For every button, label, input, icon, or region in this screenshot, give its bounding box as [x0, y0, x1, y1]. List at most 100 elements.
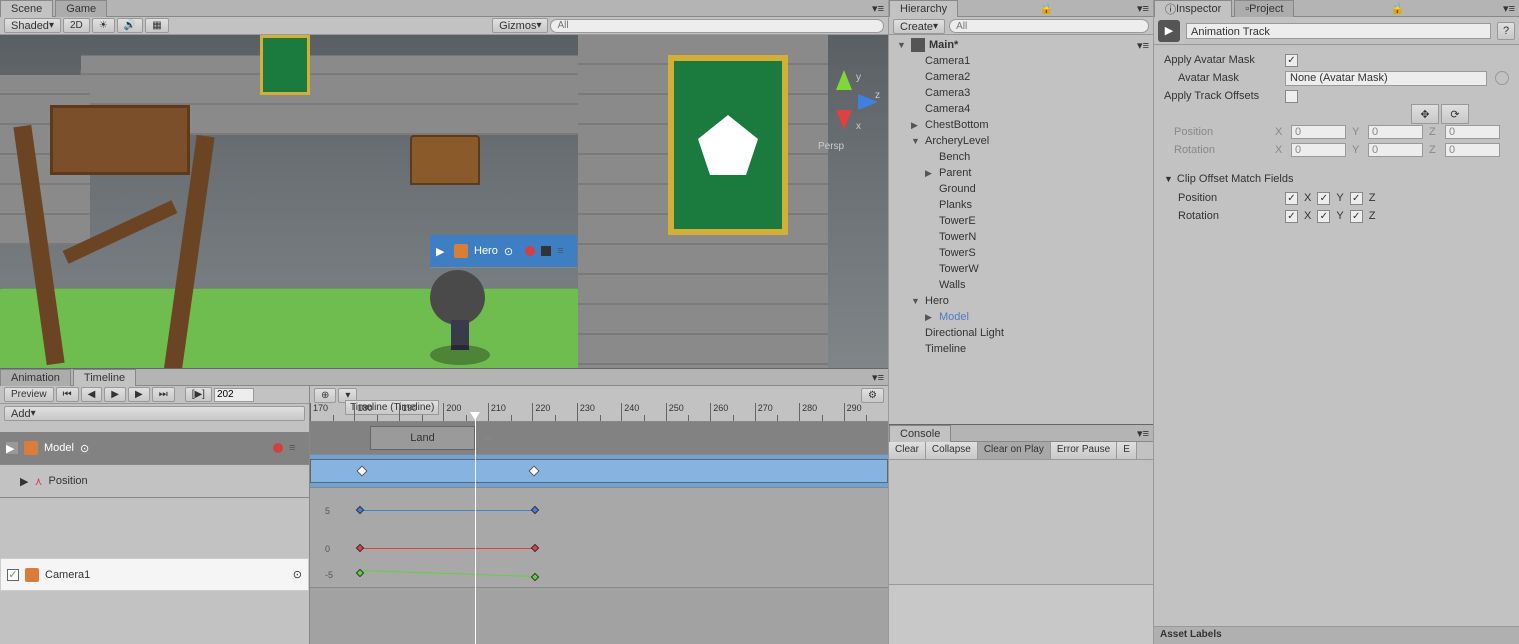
- orientation-gizmo[interactable]: y x z Persp: [808, 70, 878, 140]
- goto-start-icon[interactable]: ⏮: [56, 387, 79, 402]
- play-range-icon[interactable]: [▶]: [185, 387, 212, 402]
- hierarchy-item[interactable]: ▼Hero: [889, 293, 1153, 309]
- expand-icon[interactable]: ▼: [1164, 174, 1173, 184]
- help-icon[interactable]: ?: [1497, 22, 1515, 40]
- rotation-y-input[interactable]: [1368, 143, 1423, 157]
- lock-icon[interactable]: 🔒: [1387, 2, 1409, 15]
- hierarchy-item[interactable]: TowerS: [889, 245, 1153, 261]
- scene-search-input[interactable]: [550, 19, 884, 33]
- expand-icon[interactable]: ▶: [20, 475, 28, 488]
- hierarchy-item[interactable]: Camera3: [889, 85, 1153, 101]
- clip-hero[interactable]: [310, 459, 888, 483]
- track-toggle-icon[interactable]: ▶: [436, 245, 448, 257]
- hierarchy-item[interactable]: Camera1: [889, 53, 1153, 69]
- clear-button[interactable]: Clear: [889, 442, 926, 459]
- track-active-checkbox[interactable]: ✓: [7, 569, 19, 581]
- keyframe-icon[interactable]: [531, 544, 539, 552]
- tab-hierarchy[interactable]: Hierarchy: [889, 0, 958, 17]
- gizmo-x-icon[interactable]: [836, 110, 852, 130]
- hierarchy-item[interactable]: TowerE: [889, 213, 1153, 229]
- goto-end-icon[interactable]: ⏭: [152, 387, 175, 402]
- track-position[interactable]: ▶ ⋏ Position: [0, 465, 309, 498]
- play-icon[interactable]: ▶: [104, 387, 126, 402]
- hierarchy-item[interactable]: ▶ChestBottom: [889, 117, 1153, 133]
- mute-icon[interactable]: [541, 246, 551, 256]
- match-pos-x-checkbox[interactable]: [1285, 192, 1298, 205]
- lighting-toggle-icon[interactable]: ☀: [92, 18, 115, 33]
- lane-hero[interactable]: [310, 455, 888, 488]
- curve-y[interactable]: [360, 570, 535, 577]
- console-body[interactable]: [889, 460, 1153, 584]
- hierarchy-item[interactable]: Camera2: [889, 69, 1153, 85]
- collapse-button[interactable]: Collapse: [926, 442, 978, 459]
- hierarchy-item[interactable]: Walls: [889, 277, 1153, 293]
- tab-timeline[interactable]: Timeline: [73, 369, 136, 386]
- track-model[interactable]: ▶ Model ⊙ ≡: [0, 432, 309, 465]
- create-dropdown[interactable]: Create ▾: [893, 19, 945, 34]
- object-picker-icon[interactable]: [1495, 71, 1509, 85]
- rotate-tool-icon[interactable]: ⟳: [1441, 104, 1469, 124]
- move-tool-icon[interactable]: ✥: [1411, 104, 1439, 124]
- add-track-button[interactable]: Add▾: [4, 406, 305, 421]
- record-icon[interactable]: [273, 443, 283, 453]
- asset-labels-header[interactable]: Asset Labels: [1154, 626, 1519, 644]
- tab-console[interactable]: Console: [889, 425, 951, 442]
- settings-icon[interactable]: ⚙: [861, 388, 884, 403]
- console-detail[interactable]: [889, 584, 1153, 644]
- keyframe-icon[interactable]: [531, 573, 539, 581]
- expand-icon[interactable]: ▼: [897, 40, 907, 50]
- hierarchy-item[interactable]: TowerN: [889, 229, 1153, 245]
- fx-toggle-icon[interactable]: ▦: [145, 18, 168, 33]
- hierarchy-item[interactable]: Bench: [889, 149, 1153, 165]
- tab-project[interactable]: ▫ Project: [1234, 0, 1294, 17]
- error-pause-button[interactable]: Error Pause: [1051, 442, 1117, 459]
- gizmos-dropdown[interactable]: Gizmos ▾: [492, 18, 548, 33]
- tab-inspector[interactable]: ⓘ Inspector: [1154, 0, 1232, 17]
- expand-icon[interactable]: ▶: [925, 168, 935, 179]
- rotation-z-input[interactable]: [1445, 143, 1500, 157]
- btn-2d[interactable]: 2D: [63, 18, 90, 33]
- panel-menu-icon[interactable]: ▾≡: [1133, 2, 1153, 15]
- hierarchy-item[interactable]: TowerW: [889, 261, 1153, 277]
- position-z-input[interactable]: [1445, 125, 1500, 139]
- hierarchy-item[interactable]: Timeline: [889, 341, 1153, 357]
- keyframe-icon[interactable]: [356, 506, 364, 514]
- section-clip-offset[interactable]: ▼ Clip Offset Match Fields: [1158, 169, 1515, 189]
- persp-label[interactable]: Persp: [818, 141, 844, 152]
- scene-root[interactable]: ▼ Main* ▾≡: [889, 37, 1153, 53]
- lane-model[interactable]: Land ∞: [310, 422, 888, 455]
- expand-icon[interactable]: ▶: [911, 120, 921, 131]
- curve-z[interactable]: [360, 510, 535, 511]
- track-name-field[interactable]: Animation Track: [1186, 23, 1491, 39]
- expand-icon[interactable]: ▼: [911, 136, 921, 146]
- clear-on-play-button[interactable]: Clear on Play: [978, 442, 1051, 459]
- expand-icon[interactable]: ▼: [911, 296, 921, 306]
- avatar-mask-field[interactable]: None (Avatar Mask): [1285, 71, 1487, 86]
- hierarchy-item[interactable]: Ground: [889, 181, 1153, 197]
- track-hero[interactable]: ▶ Hero ⊙ ≡: [430, 235, 577, 268]
- hierarchy-item[interactable]: Directional Light: [889, 325, 1153, 341]
- match-rot-x-checkbox[interactable]: [1285, 210, 1298, 223]
- track-camera[interactable]: ✓ Camera1 ⊙: [0, 558, 309, 591]
- hierarchy-item[interactable]: ▼ArcheryLevel: [889, 133, 1153, 149]
- track-menu-icon[interactable]: ≡: [289, 442, 303, 454]
- tab-game[interactable]: Game: [55, 0, 107, 17]
- curve-x[interactable]: [360, 548, 535, 549]
- match-rot-z-checkbox[interactable]: [1350, 210, 1363, 223]
- tab-scene[interactable]: Scene: [0, 0, 53, 17]
- panel-menu-icon[interactable]: ▾≡: [868, 371, 888, 384]
- match-pos-y-checkbox[interactable]: [1317, 192, 1330, 205]
- match-pos-z-checkbox[interactable]: [1350, 192, 1363, 205]
- tab-animation[interactable]: Animation: [0, 369, 71, 386]
- prev-frame-icon[interactable]: ◀: [81, 387, 103, 402]
- apply-avatar-mask-checkbox[interactable]: [1285, 54, 1298, 67]
- hierarchy-item[interactable]: Planks: [889, 197, 1153, 213]
- hierarchy-search-input[interactable]: [949, 19, 1149, 33]
- hierarchy-item[interactable]: ▶Parent: [889, 165, 1153, 181]
- scene-viewport[interactable]: y x z Persp: [0, 35, 888, 368]
- clip-land[interactable]: Land: [370, 426, 475, 450]
- audio-toggle-icon[interactable]: 🔊: [117, 18, 143, 33]
- apply-track-offsets-checkbox[interactable]: [1285, 90, 1298, 103]
- match-rot-y-checkbox[interactable]: [1317, 210, 1330, 223]
- record-icon[interactable]: [525, 246, 535, 256]
